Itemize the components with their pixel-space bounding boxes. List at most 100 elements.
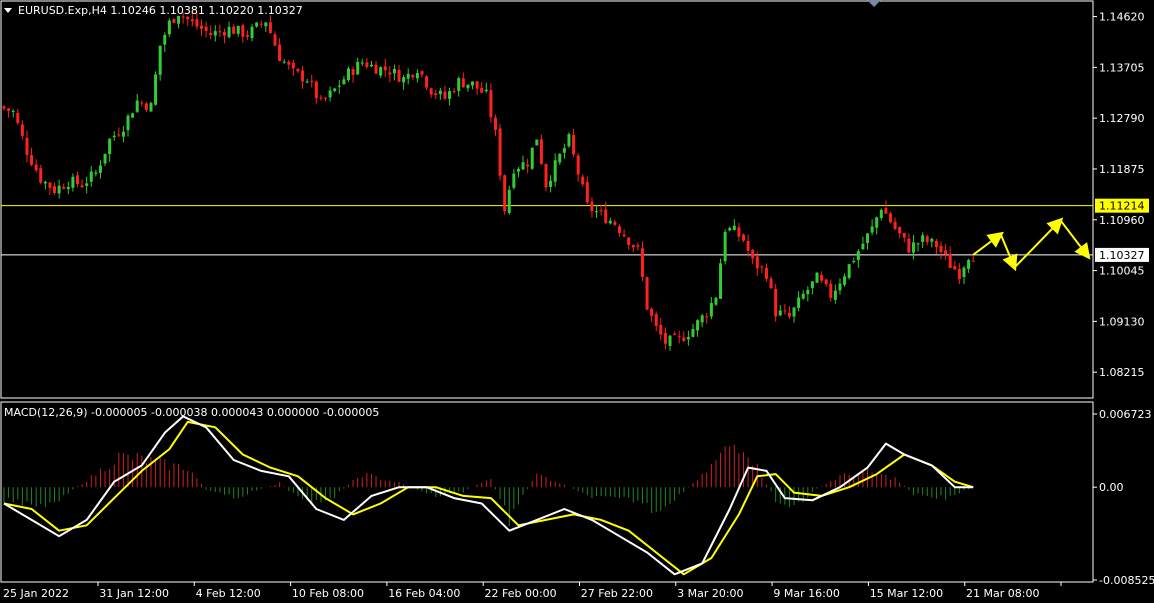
macd-tick-label: -0.008525 (1099, 574, 1154, 587)
bear-candle (640, 241, 644, 282)
bull-candle (714, 296, 718, 307)
bear-candle (944, 244, 948, 260)
bear-candle (590, 197, 594, 218)
time-tick-label: 21 Mar 08:00 (966, 587, 1039, 600)
bull-candle (11, 108, 15, 118)
bear-candle (268, 15, 272, 34)
price-tick-label: 1.10960 (1099, 214, 1145, 227)
bull-candle (838, 278, 842, 295)
chart-shift-marker-icon[interactable] (867, 0, 881, 7)
bear-candle (480, 81, 484, 94)
bear-candle (493, 114, 497, 136)
bear-candle (39, 164, 43, 185)
bear-candle (324, 96, 328, 102)
bear-candle (783, 304, 787, 315)
bull-candle (457, 76, 461, 97)
bull-candle (723, 229, 727, 265)
bull-candle (930, 237, 934, 248)
bear-candle (613, 219, 617, 227)
bear-candle (425, 75, 429, 91)
bull-candle (346, 66, 350, 82)
bear-candle (820, 271, 824, 283)
bear-candle (631, 244, 635, 253)
bull-candle (797, 291, 801, 312)
bull-candle (154, 71, 158, 106)
bull-candle (227, 21, 231, 39)
bull-candle (379, 66, 383, 78)
bear-candle (576, 153, 580, 182)
bull-candle (255, 21, 259, 28)
bull-candle (392, 64, 396, 81)
bull-candle (57, 179, 61, 199)
bull-candle (163, 32, 167, 52)
bull-candle (507, 185, 511, 215)
bear-candle (769, 276, 773, 290)
projection-arrow[interactable] (1059, 219, 1091, 260)
bull-candle (728, 226, 732, 232)
bear-candle (204, 21, 208, 38)
bear-candle (746, 234, 750, 257)
bull-candle (549, 175, 553, 193)
bear-candle (742, 233, 746, 243)
bull-candle (438, 87, 442, 100)
bull-candle (43, 180, 47, 190)
trading-chart[interactable]: 1.11214 1.10327 1.14620 1.13705 1.12790 1.11… (0, 0, 1154, 603)
axes: 1.14620 1.13705 1.12790 1.11875 1.10960 1.100… (3, 11, 1154, 600)
bear-candle (599, 204, 603, 216)
price-tick-label: 1.13705 (1099, 61, 1145, 74)
dropdown-triangle-icon[interactable] (4, 8, 12, 13)
bull-candle (167, 18, 171, 38)
bull-candle (911, 235, 915, 260)
bull-candle (792, 306, 796, 323)
bear-candle (314, 80, 318, 104)
bear-candle (907, 233, 911, 254)
time-tick-label: 4 Feb 12:00 (196, 587, 261, 600)
bull-candle (85, 176, 89, 194)
time-tick-label: 15 Mar 12:00 (870, 587, 943, 600)
bull-candle (916, 242, 920, 252)
bull-candle (103, 153, 107, 167)
bear-candle (80, 179, 84, 189)
bear-candle (787, 306, 791, 319)
bull-candle (333, 87, 337, 93)
bear-candle (636, 242, 640, 251)
bear-candle (604, 201, 608, 225)
projection-arrow[interactable] (1013, 217, 1064, 269)
price-level-label: 1.11214 (1099, 200, 1145, 213)
bear-candle (16, 108, 20, 125)
bear-candle (200, 19, 204, 36)
projection-arrow[interactable] (999, 233, 1018, 272)
bull-candle (921, 232, 925, 249)
bear-candle (677, 330, 681, 344)
bear-candle (957, 263, 961, 285)
bull-candle (149, 101, 153, 112)
bear-candle (429, 87, 433, 98)
bear-candle (218, 24, 222, 38)
bear-candle (7, 107, 11, 118)
bear-candle (934, 238, 938, 254)
bull-candle (135, 93, 139, 113)
bear-candle (144, 101, 148, 113)
symbol-header: EURUSD.Exp,H4 1.10246 1.10381 1.10220 1.… (18, 4, 303, 17)
projection-arrows[interactable] (972, 217, 1091, 272)
bull-candle (778, 305, 782, 317)
bull-candle (608, 217, 612, 225)
projection-arrow[interactable] (972, 231, 1004, 256)
bull-candle (282, 58, 286, 64)
bear-candle (291, 59, 295, 76)
bear-candle (222, 28, 226, 44)
bull-candle (833, 284, 837, 304)
bull-candle (250, 24, 254, 42)
bull-candle (553, 153, 557, 187)
bear-candle (259, 20, 263, 29)
bear-candle (824, 278, 828, 287)
bear-candle (310, 74, 314, 88)
bear-candle (650, 307, 654, 322)
bull-candle (121, 126, 125, 143)
bull-candle (360, 58, 364, 66)
bull-candle (567, 132, 571, 148)
bear-candle (434, 89, 438, 99)
bear-candle (898, 226, 902, 239)
bull-candle (328, 86, 332, 102)
bear-candle (20, 120, 24, 140)
